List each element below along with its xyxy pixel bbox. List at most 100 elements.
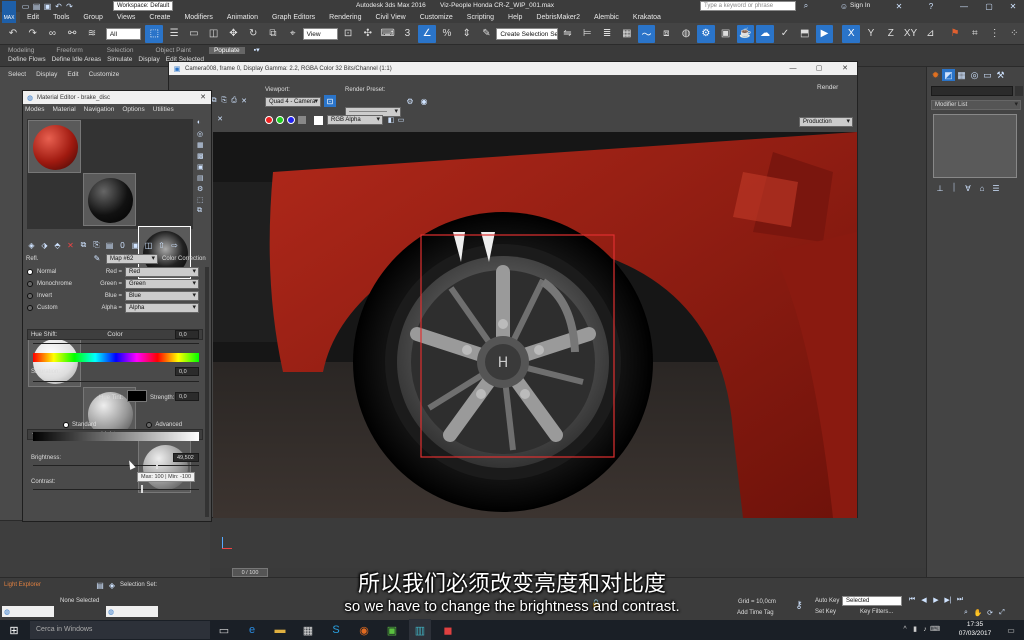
file-explorer-icon[interactable]: ▬ <box>269 619 291 640</box>
window-crossing-icon[interactable]: ◫ <box>205 25 223 43</box>
background-icon[interactable]: ▦ <box>197 141 209 152</box>
axis-z-button[interactable]: Z <box>882 25 900 43</box>
toggle-ui-icon[interactable]: ▭ <box>396 115 406 125</box>
menu-create[interactable]: Create <box>142 14 177 21</box>
object-color-swatch[interactable] <box>1015 86 1023 96</box>
edge-icon[interactable]: e <box>241 619 263 640</box>
windows-start-icon[interactable]: ⊞ <box>3 619 25 640</box>
keyboard-icon[interactable]: ⌨ <box>930 622 940 636</box>
red-channel-toggle[interactable] <box>265 116 273 124</box>
options-icon[interactable]: ⚙ <box>197 185 209 196</box>
menu-civil-view[interactable]: Civil View <box>368 14 412 21</box>
pick-material-icon[interactable]: ✎ <box>91 253 103 264</box>
preview-icon[interactable]: ▤ <box>197 174 209 185</box>
selection-filter-dropdown[interactable]: All <box>105 27 142 40</box>
make-unique-mod-icon[interactable]: ∀ <box>961 183 975 193</box>
menu-help[interactable]: Help <box>501 14 529 21</box>
blue-channel-toggle[interactable] <box>287 116 295 124</box>
render-iterative-button[interactable]: ☁ <box>756 24 775 43</box>
lock-viewport-icon[interactable]: ⊡ <box>324 95 336 107</box>
me-menu-modes[interactable]: Modes <box>25 106 45 113</box>
rect-selection-icon[interactable]: ▭ <box>185 25 203 43</box>
reference-coord-dropdown[interactable]: View <box>302 27 339 40</box>
strength-field[interactable]: 0,0 <box>175 392 199 401</box>
menu-debrismaker2[interactable]: DebrisMaker2 <box>529 14 587 21</box>
store-icon[interactable]: ▦ <box>297 619 319 640</box>
green-channel-toggle[interactable] <box>276 116 284 124</box>
display-tab-icon[interactable]: ▭ <box>981 69 994 81</box>
brightness-slider-thumb[interactable] <box>156 461 158 469</box>
remove-modifier-icon[interactable]: ⌂ <box>975 183 989 193</box>
put-to-scene-icon[interactable]: ⬗ <box>38 239 51 251</box>
material-editor-scrollbar[interactable] <box>205 267 209 517</box>
alpha-channel-dropdown[interactable]: Alpha <box>125 303 199 313</box>
render-setup-button[interactable]: ⚙ <box>696 24 715 43</box>
sample-slot-6[interactable] <box>138 440 191 493</box>
render-close-x-icon[interactable]: ✕ <box>215 114 225 124</box>
me-menu-options[interactable]: Options <box>122 106 144 113</box>
keyboard-shortcut-icon[interactable]: ⌨ <box>379 25 397 43</box>
link-icon[interactable]: ∞ <box>44 25 62 43</box>
show-map-icon[interactable]: ▣ <box>129 239 142 251</box>
render-maximize-icon[interactable]: ▢ <box>813 63 825 73</box>
array-icon[interactable]: ⋮ <box>986 25 1004 43</box>
go-to-parent-icon[interactable]: ⇧ <box>155 239 168 251</box>
taskbar-search-input[interactable]: Cerca in Windows <box>30 621 210 639</box>
angle-snap-button[interactable]: ∠ <box>418 24 437 43</box>
clear-color-swatch[interactable] <box>314 115 323 125</box>
workspace-dropdown[interactable]: Workspace: Default <box>113 1 173 11</box>
display-alpha-icon[interactable]: ◧ <box>386 115 396 125</box>
brightness-slider[interactable] <box>33 465 199 466</box>
red-channel-dropdown[interactable]: Red <box>125 267 199 277</box>
move-icon[interactable]: ✥ <box>225 25 243 43</box>
unlink-icon[interactable]: ⚯ <box>63 25 81 43</box>
camtasia-icon[interactable]: ▣ <box>381 619 403 640</box>
app-logo[interactable]: MAX <box>2 1 16 23</box>
modifier-list-dropdown[interactable]: Modifier List <box>931 100 1021 110</box>
vray-icon[interactable]: ✓ <box>776 25 794 43</box>
clock-date[interactable]: 07/03/2017 <box>955 630 995 637</box>
axis-xy-button[interactable]: XY <box>902 25 920 43</box>
uv-tiling-icon[interactable]: ▩ <box>197 152 209 163</box>
script-icon[interactable]: ⁘ <box>1005 25 1023 43</box>
clone-frame-icon[interactable]: ⎘ <box>219 96 229 106</box>
close-icon[interactable]: ✕ <box>1006 0 1020 12</box>
network-icon[interactable]: ▮ <box>910 622 920 636</box>
bind-space-warp-icon[interactable]: ≋ <box>83 25 101 43</box>
video-check-icon[interactable]: ▣ <box>197 163 209 174</box>
menu-tools[interactable]: Tools <box>46 14 76 21</box>
material-editor-icon[interactable]: ◍ <box>677 25 695 43</box>
notification-icon[interactable]: ▭ <box>1004 623 1018 637</box>
select-by-name-icon[interactable]: ☰ <box>165 25 183 43</box>
green-channel-dropdown[interactable]: Green <box>125 279 199 289</box>
motion-tab-icon[interactable]: ◎ <box>968 69 981 81</box>
menu-graph-editors[interactable]: Graph Editors <box>265 14 322 21</box>
axis-y-button[interactable]: Y <box>862 25 880 43</box>
print-image-icon[interactable]: ⎙ <box>229 96 239 106</box>
vray-frame-icon[interactable]: ⬒ <box>796 25 814 43</box>
recorder-icon[interactable]: ◼ <box>437 619 459 640</box>
light-lister-icon[interactable]: ⚑ <box>946 25 964 43</box>
rotate-icon[interactable]: ↻ <box>244 25 262 43</box>
radio-custom[interactable] <box>27 305 33 311</box>
ribbon-define-idle-areas[interactable]: Define Idle Areas <box>52 56 102 63</box>
render-minimize-icon[interactable]: — <box>787 63 799 73</box>
help-search-input[interactable]: Type a keyword or phrase <box>700 1 796 11</box>
menu-modifiers[interactable]: Modifiers <box>177 14 219 21</box>
align-icon[interactable]: ⊨ <box>578 25 596 43</box>
ribbon-display[interactable]: Display <box>138 56 159 63</box>
backlight-icon[interactable]: ◎ <box>197 130 209 141</box>
snaps-icon[interactable]: ⌗ <box>966 25 984 43</box>
menu-customize[interactable]: Customize <box>413 14 460 21</box>
minimize-icon[interactable]: — <box>957 0 971 12</box>
hue-shift-slider[interactable] <box>33 343 199 344</box>
reset-map-icon[interactable]: ✕ <box>64 239 77 251</box>
skype-icon[interactable]: S <box>325 619 347 640</box>
map-name-dropdown[interactable]: Map #62 <box>106 254 158 264</box>
spinner-snap-icon[interactable]: ⇕ <box>458 25 476 43</box>
viewport-dropdown[interactable]: Quad 4 - Camera <box>265 97 321 107</box>
save-file-icon[interactable]: ▣ <box>42 1 53 11</box>
undo-button[interactable]: ↶ <box>4 25 22 43</box>
hue-shift-field[interactable]: 0,0 <box>175 330 199 339</box>
show-end-icon[interactable]: ⏐ <box>947 183 961 193</box>
